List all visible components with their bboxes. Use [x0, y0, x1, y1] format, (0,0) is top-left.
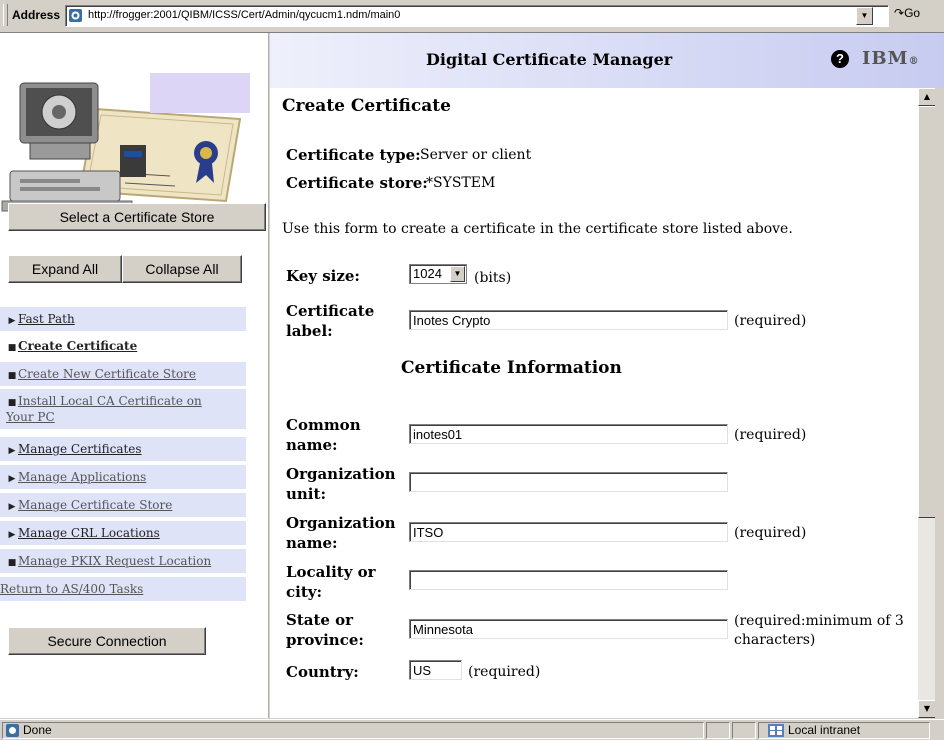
state-input[interactable]: Minnesota [409, 619, 728, 639]
state-note: (required:minimum of 3 characters) [734, 613, 904, 648]
nav-item-install-local-ca[interactable]: ■ Install Local CA Certificate on Your PC [0, 389, 246, 429]
certificate-label-input[interactable]: Inotes Crypto [409, 310, 728, 330]
common-name-input[interactable]: inotes01 [409, 424, 728, 444]
key-size-label: Key size: [286, 267, 360, 285]
secure-connection-button[interactable]: Secure Connection [8, 627, 206, 655]
status-text: Done [23, 723, 52, 737]
country-input[interactable]: US [409, 660, 462, 680]
certificate-store-label: Certificate store: [286, 174, 428, 192]
common-name-label: Common name: [286, 416, 361, 454]
status-main-pane [2, 722, 704, 739]
nav-link-return-to-tasks[interactable]: Return to AS/400 Tasks [0, 582, 143, 596]
status-pane [706, 722, 730, 739]
expand-arrow-icon: ▶ [8, 530, 16, 540]
certificate-type-label: Certificate type: [286, 146, 421, 164]
zone-text: Local intranet [788, 723, 861, 737]
form-intro: Use this form to create a certificate in… [282, 221, 793, 237]
required-note: (required) [734, 427, 807, 443]
country-label: Country: [286, 663, 359, 681]
scroll-up-icon[interactable]: ▲ [918, 88, 936, 106]
locality-label: Locality or city: [286, 563, 376, 601]
nav-item-create-certificate[interactable]: ■ Create Certificate [0, 334, 246, 358]
certificate-type-value: Server or client [420, 147, 532, 163]
key-size-select[interactable]: 1024 ▼ [409, 264, 467, 284]
expand-arrow-icon: ▶ [8, 446, 16, 456]
key-size-unit: (bits) [474, 270, 512, 286]
expand-arrow-icon: ▶ [8, 316, 16, 326]
organization-name-input[interactable]: ITSO [409, 522, 728, 542]
nav-item-manage-applications[interactable]: ▶ Manage Applications [0, 465, 246, 489]
key-size-selected: 1024 [413, 266, 442, 281]
select-certificate-store-button[interactable]: Select a Certificate Store [8, 203, 266, 231]
window-border [935, 88, 944, 718]
vertical-scrollbar[interactable]: ▲ ▼ [918, 88, 936, 718]
nav-link-fast-path[interactable]: Fast Path [18, 312, 75, 326]
bullet-icon: ■ [7, 398, 17, 408]
section-title: Certificate Information [401, 358, 622, 378]
ibm-logo: IBM® [862, 48, 920, 69]
nav-link-manage-applications[interactable]: Manage Applications [18, 470, 146, 484]
logo-mark: ® [908, 56, 920, 67]
nav-link-create-certificate[interactable]: Create Certificate [18, 339, 137, 353]
required-note: (required) [734, 313, 807, 329]
bullet-icon: ■ [7, 558, 17, 568]
collapse-all-button[interactable]: Collapse All [122, 255, 242, 283]
nav-link-create-new-store[interactable]: Create New Certificate Store [18, 367, 196, 381]
nav-item-manage-crl-locations[interactable]: ▶ Manage CRL Locations [0, 521, 246, 545]
help-icon[interactable]: ? [831, 50, 849, 68]
go-button[interactable]: ↷Go [894, 6, 920, 20]
chevron-down-icon: ▼ [450, 266, 465, 282]
logo-text: IBM [862, 48, 909, 69]
required-note: (required) [734, 525, 807, 541]
bullet-icon: ■ [7, 343, 17, 353]
certificate-store-value: *SYSTEM [426, 175, 496, 191]
nav-link-install-local-ca[interactable]: Install Local CA Certificate on Your PC [6, 394, 202, 424]
toolbar-grip [3, 4, 8, 26]
sidebar: Select a Certificate Store Expand All Co… [0, 33, 269, 718]
nav-item-fast-path[interactable]: ▶ Fast Path [0, 307, 246, 331]
intranet-icon [768, 724, 784, 737]
nav-item-return-to-tasks[interactable]: Return to AS/400 Tasks [0, 577, 246, 601]
page-icon [69, 9, 82, 22]
scrollbar-thumb[interactable] [918, 106, 936, 518]
nav-link-manage-certificates[interactable]: Manage Certificates [18, 442, 142, 456]
nav-link-manage-pkix[interactable]: Manage PKIX Request Location [18, 554, 211, 568]
expand-arrow-icon: ▶ [8, 474, 16, 484]
organization-name-label: Organization name: [286, 514, 396, 552]
address-bar: Address http://frogger:2001/QIBM/ICSS/Ce… [0, 0, 944, 33]
page-icon [6, 724, 19, 737]
organization-unit-input[interactable] [409, 472, 728, 492]
address-label: Address [12, 8, 61, 22]
certificate-label-label: Certificate label: [286, 302, 375, 340]
page-title: Digital Certificate Manager [426, 50, 673, 69]
expand-all-button[interactable]: Expand All [8, 255, 122, 283]
state-label: State or province: [286, 611, 364, 649]
expand-arrow-icon: ▶ [8, 502, 16, 512]
nav-item-manage-certificates[interactable]: ▶ Manage Certificates [0, 437, 246, 461]
scroll-down-icon[interactable]: ▼ [918, 700, 936, 718]
nav-item-manage-pkix[interactable]: ■ Manage PKIX Request Location [0, 549, 246, 573]
required-note: (required) [468, 664, 541, 680]
form-heading: Create Certificate [282, 96, 451, 116]
nav-item-create-new-certificate-store[interactable]: ■ Create New Certificate Store [0, 362, 246, 386]
status-pane [732, 722, 756, 739]
nav-link-manage-certificate-store[interactable]: Manage Certificate Store [18, 498, 172, 512]
locality-input[interactable] [409, 570, 728, 590]
status-bar: Done Local intranet [0, 719, 944, 740]
main-content: Create Certificate Certificate type: Ser… [270, 88, 918, 718]
address-input[interactable]: http://frogger:2001/QIBM/ICSS/Cert/Admin… [65, 5, 889, 27]
nav-item-manage-certificate-store[interactable]: ▶ Manage Certificate Store [0, 493, 246, 517]
address-url: http://frogger:2001/QIBM/ICSS/Cert/Admin… [88, 9, 401, 21]
organization-unit-label: Organization unit: [286, 465, 396, 503]
go-label: Go [904, 6, 921, 20]
address-dropdown-icon[interactable]: ▼ [856, 7, 873, 25]
bullet-icon: ■ [7, 371, 17, 381]
certificate-art-icon [1, 73, 250, 212]
nav-link-manage-crl-locations[interactable]: Manage CRL Locations [18, 526, 160, 540]
